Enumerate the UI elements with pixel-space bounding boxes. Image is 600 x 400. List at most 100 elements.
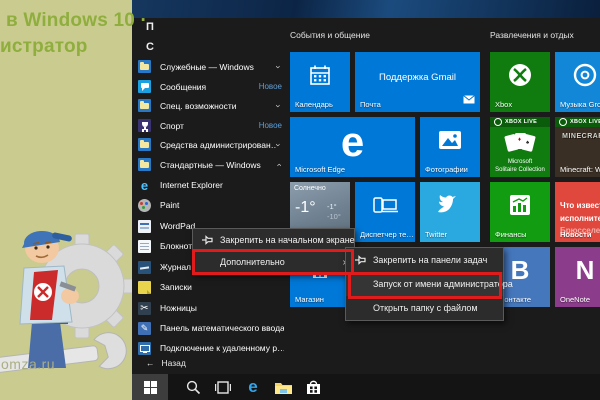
folder-icon xyxy=(275,381,292,394)
tile-calendar[interactable]: Календарь xyxy=(290,52,350,112)
windows-logo-icon xyxy=(144,381,157,394)
app-item-admin-tools[interactable]: Средства администрирован… › xyxy=(138,135,284,154)
xbox-live-banner: XBOX LIVE xyxy=(490,117,550,127)
tile-xbox[interactable]: Xbox xyxy=(490,52,550,112)
start-button[interactable] xyxy=(132,374,168,400)
phone-companion-icon xyxy=(355,182,415,228)
journal-icon xyxy=(138,261,151,274)
remote-desktop-icon xyxy=(138,342,151,355)
tile-solitaire[interactable]: XBOX LIVE ♦♠ Microsoft Solitaire Collect… xyxy=(490,117,550,177)
store-taskbar-button[interactable] xyxy=(298,374,328,400)
app-item-sport[interactable]: Спорт Новое xyxy=(138,116,284,135)
tile-photos[interactable]: Фотографии xyxy=(420,117,480,177)
tile-mail[interactable]: Поддержка Gmail Почта xyxy=(355,52,480,112)
context-menu: Закрепить на начальном экране Дополнител… xyxy=(192,228,355,274)
news-headline: исполните xyxy=(560,215,600,224)
news-headline: Что извест xyxy=(560,202,600,211)
file-explorer-button[interactable] xyxy=(268,374,298,400)
finance-chart-icon xyxy=(490,182,550,228)
app-item-accessories[interactable]: Стандартные — Windows › xyxy=(138,155,284,174)
taskbar: e xyxy=(132,374,600,400)
menu-item-open-file-location[interactable]: Открыть папку с файлом xyxy=(346,296,503,320)
store-bag-icon xyxy=(306,379,321,395)
task-view-icon xyxy=(215,381,231,394)
photos-icon xyxy=(420,117,480,163)
folder-icon xyxy=(138,138,151,151)
onenote-logo: N xyxy=(555,247,600,293)
envelope-icon xyxy=(463,91,475,109)
tile-finance[interactable]: Финансы xyxy=(490,182,550,242)
app-item-paint[interactable]: Paint xyxy=(138,195,284,215)
weather-temp: -1° xyxy=(295,199,316,217)
edge-taskbar-button[interactable]: e xyxy=(238,374,268,400)
calendar-icon xyxy=(290,52,350,98)
letter-heading-s[interactable]: С xyxy=(146,41,164,53)
scissors-icon: ✂ xyxy=(138,302,151,315)
app-item-accessibility[interactable]: Спец. возможности › xyxy=(138,96,284,115)
tile-groove-music[interactable]: Музыка Groove xyxy=(555,52,600,112)
letter-heading-p[interactable]: П xyxy=(146,21,164,33)
tile-group-header[interactable]: События и общение xyxy=(290,30,370,40)
app-item-sticky-notes[interactable]: Записки xyxy=(138,277,284,297)
tutorial-title-line1: в Windows 10 · xyxy=(6,10,147,32)
edge-icon: e xyxy=(248,377,257,397)
pencil-icon: ✎ xyxy=(138,322,151,335)
tile-twitter[interactable]: Twitter xyxy=(420,182,480,242)
app-item-internet-explorer[interactable]: e Internet Explorer xyxy=(138,175,284,195)
pin-icon xyxy=(354,254,366,266)
tile-news[interactable]: Что извест исполните Брюсселе Новости xyxy=(555,182,600,242)
tutorial-title-line2: истратор xyxy=(0,36,88,58)
tile-microsoft-edge[interactable]: e Microsoft Edge xyxy=(290,117,415,177)
app-item-math-input[interactable]: ✎ Панель математического ввода xyxy=(138,318,284,338)
chevron-up-icon: › xyxy=(274,163,284,166)
folder-icon xyxy=(138,158,151,171)
xbox-live-icon xyxy=(559,118,567,126)
twitter-bird-icon xyxy=(420,182,480,228)
menu-item-pin-to-taskbar[interactable]: Закрепить на панели задач xyxy=(346,248,503,272)
tile-minecraft[interactable]: XBOX LIVE MINECRAFT Minecraft: W… xyxy=(555,117,600,177)
paint-icon xyxy=(138,199,151,212)
app-item-system-windows[interactable]: Служебные — Windows › xyxy=(138,57,284,76)
tutorial-side-panel: в Windows 10 · истратор xyxy=(0,0,132,400)
edge-logo-icon: e xyxy=(290,121,415,163)
desktop-wallpaper xyxy=(132,0,600,20)
menu-item-run-as-admin[interactable]: Запуск от имени администратора xyxy=(346,272,503,296)
solitaire-label: Solitaire Collection xyxy=(490,167,550,175)
menu-item-more[interactable]: Дополнительно › xyxy=(193,251,354,273)
menu-item-pin-to-start[interactable]: Закрепить на начальном экране xyxy=(193,229,354,251)
weather-high: -1° xyxy=(327,202,337,211)
tile-phone-companion[interactable]: Диспетчер те… xyxy=(355,182,415,242)
solitaire-cards-icon: ♦♠ xyxy=(490,130,550,161)
tile-group-header[interactable]: Развлечения и отдых xyxy=(490,30,574,40)
watermark: omza.ru xyxy=(1,356,55,372)
task-view-button[interactable] xyxy=(208,374,238,400)
sticky-notes-icon xyxy=(138,281,151,294)
context-submenu: Закрепить на панели задач Запуск от имен… xyxy=(345,247,504,321)
new-badge: Новое xyxy=(259,121,282,130)
xbox-icon xyxy=(490,52,550,98)
xbox-live-banner: XBOX LIVE xyxy=(555,117,600,127)
xbox-live-icon xyxy=(494,118,502,126)
wordpad-icon xyxy=(138,220,151,233)
mail-headline: Поддержка Gmail xyxy=(355,72,480,83)
messaging-icon xyxy=(138,80,151,93)
pin-icon xyxy=(201,234,213,246)
groove-music-icon xyxy=(555,52,600,98)
search-button[interactable] xyxy=(178,374,208,400)
back-arrow-icon: ← xyxy=(146,358,155,368)
new-badge: Новое xyxy=(259,82,282,91)
svg-text:♦: ♦ xyxy=(518,137,521,143)
weather-condition: Солнечно xyxy=(294,185,326,192)
chevron-down-icon: › xyxy=(274,143,284,146)
app-item-snipping-tool[interactable]: ✂ Ножницы xyxy=(138,298,284,318)
sport-icon xyxy=(138,119,151,132)
minecraft-logo: MINECRAFT xyxy=(555,133,600,140)
app-item-messaging[interactable]: Сообщения Новое xyxy=(138,77,284,96)
search-icon xyxy=(186,380,201,395)
folder-icon xyxy=(138,60,151,73)
tile-onenote[interactable]: N OneNote xyxy=(555,247,600,307)
folder-icon xyxy=(138,99,151,112)
app-item-remote-desktop[interactable]: Подключение к удаленному р… xyxy=(138,338,284,358)
back-button[interactable]: ← Назад xyxy=(146,358,186,368)
chevron-down-icon: › xyxy=(274,104,284,107)
